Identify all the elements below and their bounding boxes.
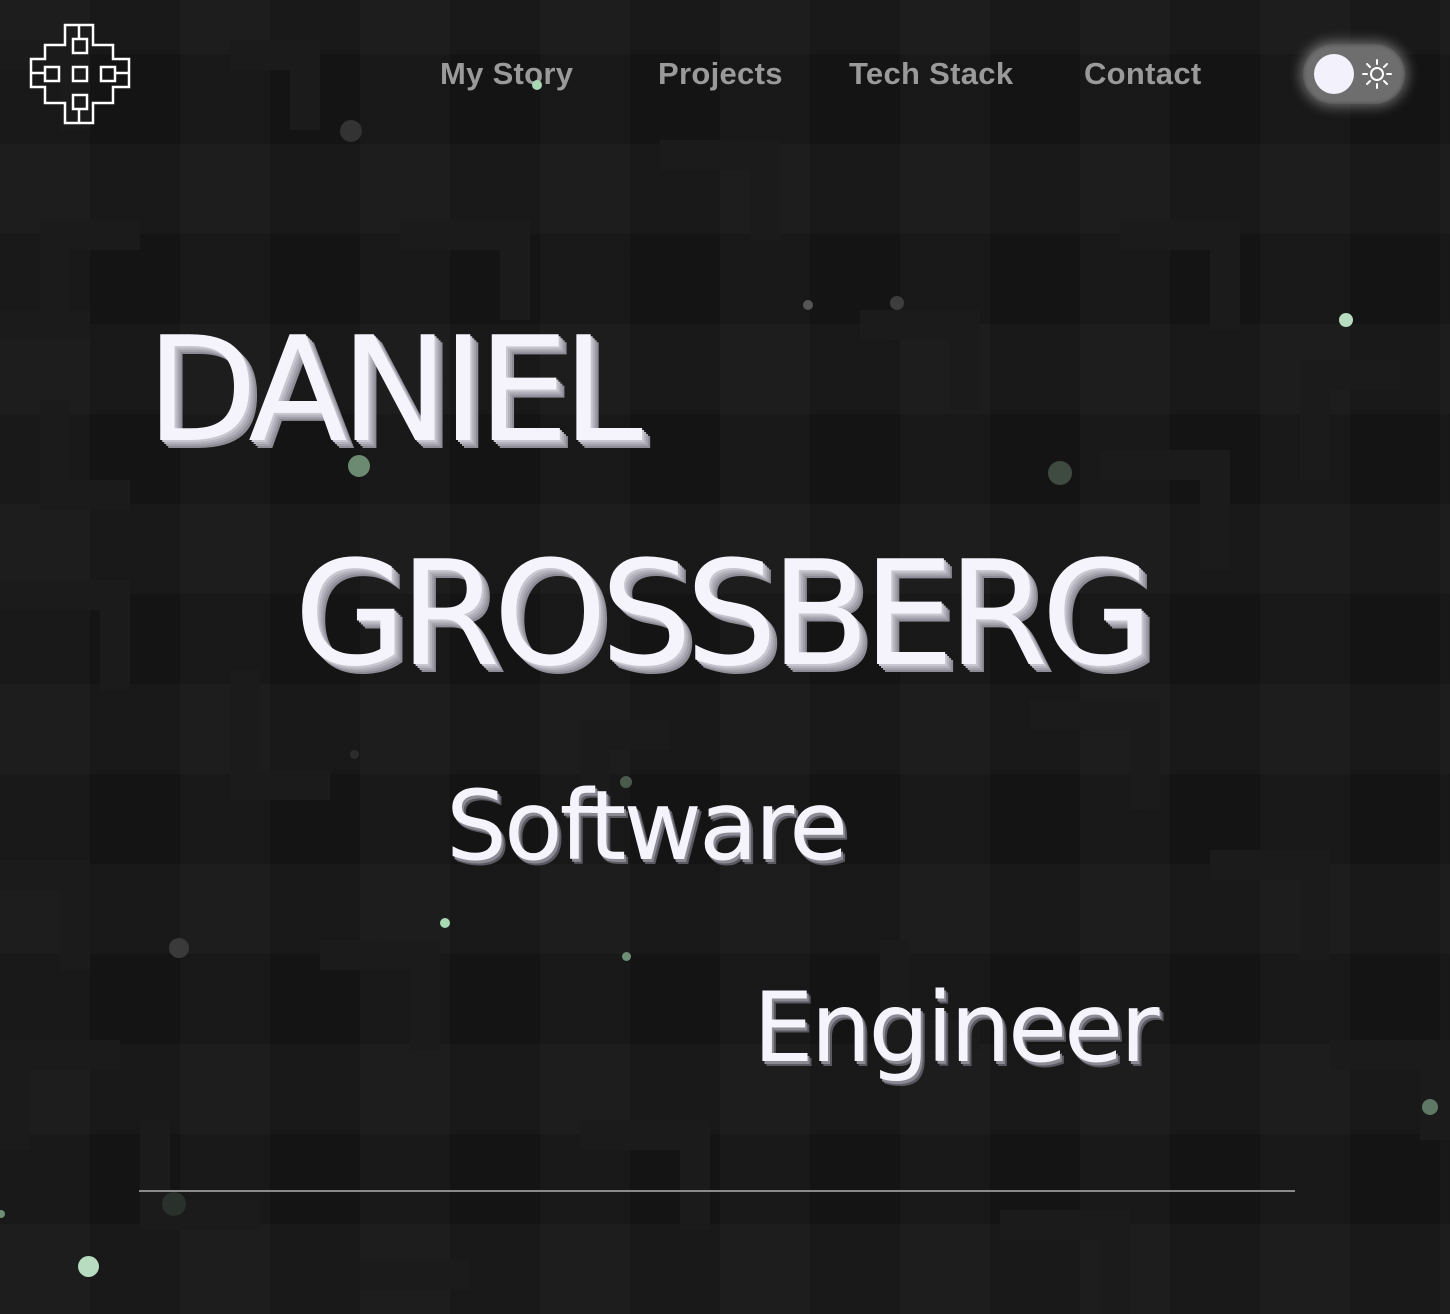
particle — [162, 1192, 186, 1216]
particle — [620, 776, 632, 788]
toggle-knob — [1314, 54, 1354, 94]
section-divider — [139, 1190, 1295, 1192]
particle — [1339, 313, 1353, 327]
particle — [532, 80, 542, 90]
main-nav: My Story Projects Tech Stack Contact — [0, 56, 1450, 96]
particle — [440, 918, 450, 928]
particle — [1422, 1099, 1438, 1115]
particle — [1048, 461, 1072, 485]
particle — [350, 750, 359, 759]
particle — [340, 120, 362, 142]
hero-first-name: DANIEL — [146, 306, 643, 475]
nav-link-projects[interactable]: Projects — [658, 56, 783, 92]
hero-role-engineer: Engineer — [753, 972, 1160, 1084]
nav-link-contact[interactable]: Contact — [1084, 56, 1202, 92]
nav-link-my-story[interactable]: My Story — [440, 56, 573, 92]
particle — [348, 455, 370, 477]
particle — [803, 300, 813, 310]
particle — [890, 296, 904, 310]
nav-link-tech-stack[interactable]: Tech Stack — [849, 56, 1013, 92]
page: My Story Projects Tech Stack Contact DAN… — [0, 0, 1450, 1314]
particle — [622, 952, 631, 961]
particle — [169, 938, 189, 958]
particle — [78, 1256, 99, 1277]
sun-icon — [1362, 59, 1392, 89]
theme-toggle[interactable] — [1303, 44, 1405, 104]
hero-role-software: Software — [446, 770, 848, 882]
hero-last-name: GROSSBERG — [294, 530, 1154, 699]
